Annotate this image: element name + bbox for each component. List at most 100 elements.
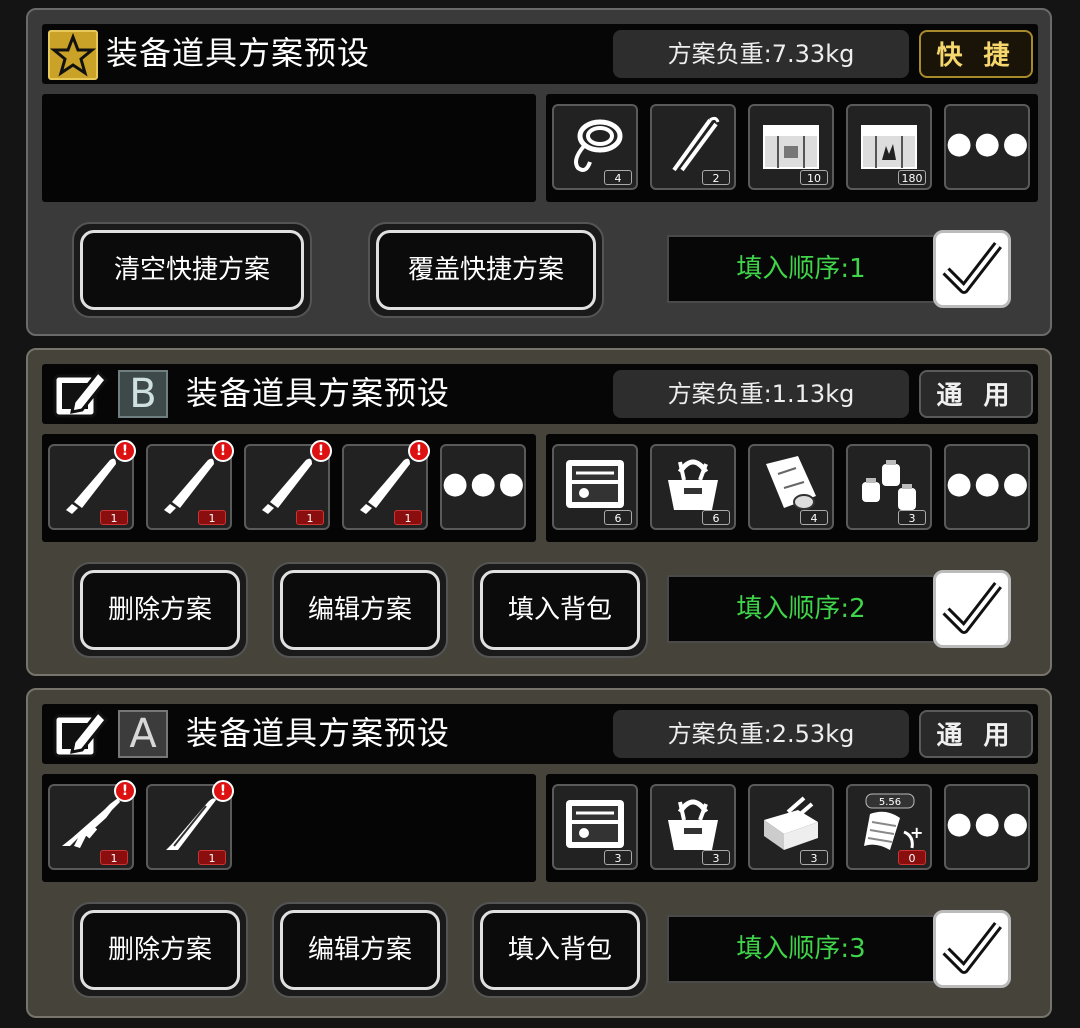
quick-preset-header: 装备道具方案预设 方案负重:7.33kg 快 捷 [42, 24, 1038, 84]
weapon-slot-machete[interactable]: ! 1 [48, 440, 136, 530]
item-count: 2 [702, 170, 730, 185]
quick-mode-button[interactable]: 快 捷 [919, 30, 1033, 78]
item-count: 3 [898, 510, 926, 525]
item-count: 3 [604, 850, 632, 865]
grenade-icon [862, 460, 916, 510]
preset-letter-badge: A [118, 710, 168, 758]
fill-order-label: 填入顺序:3 [667, 915, 935, 983]
delete-preset-button[interactable]: 删除方案 [80, 910, 240, 990]
fill-backpack-button-frame: 填入背包 [472, 902, 648, 998]
more-items-button[interactable]: ●●● [944, 444, 1030, 530]
item-slot-tool-bag[interactable]: 3 [650, 784, 736, 870]
preset-weight: 方案负重:7.33kg [613, 30, 909, 78]
warning-icon: ! [212, 440, 234, 462]
item-count: 0 [898, 850, 926, 865]
item-slot-area: 3 3 3 5.56 + 0 ●●● [546, 774, 1038, 882]
weapon-slot-area: ! 1 ! 1 [42, 774, 536, 882]
item-count: 1 [394, 510, 422, 525]
edit-icon[interactable] [52, 708, 109, 760]
preset-a-panel: A 装备道具方案预设 方案负重:2.53kg 通 用 ! 1 ! 1 3 3 3… [26, 688, 1052, 1018]
repair-kit-icon [764, 796, 818, 850]
item-count: 6 [604, 510, 632, 525]
item-slot-bandage[interactable]: 4 [748, 444, 834, 530]
weapon-slot-rifle[interactable]: ! 1 [48, 780, 136, 870]
machete-icon [262, 458, 312, 514]
item-count: 10 [800, 170, 828, 185]
quick-preset-panel: 装备道具方案预设 方案负重:7.33kg 快 捷 4 2 10 180 ●●● … [26, 8, 1052, 336]
item-count: 1 [100, 510, 128, 525]
weapon-slot-area: ! 1 ! 1 ! 1 ! 1 ●●● [42, 434, 536, 542]
weapon-slot-machete[interactable]: ! 1 [244, 440, 332, 530]
bandage-roll-icon [766, 456, 816, 510]
more-weapons-button[interactable]: ●●● [440, 444, 526, 530]
general-mode-button[interactable]: 通 用 [919, 370, 1033, 418]
clear-quick-preset-button[interactable]: 清空快捷方案 [80, 230, 304, 310]
fill-order-checkbox[interactable] [933, 230, 1011, 308]
toolbox-icon [566, 460, 624, 508]
machete-icon [360, 458, 410, 514]
fill-order-label: 填入顺序:2 [667, 575, 935, 643]
more-items-button[interactable]: ●●● [944, 104, 1030, 190]
weapon-slot-machete[interactable]: ! 1 [146, 440, 234, 530]
overwrite-quick-button-frame: 覆盖快捷方案 [368, 222, 604, 318]
preset-letter-badge: B [118, 370, 168, 418]
warning-icon: ! [212, 780, 234, 802]
weapon-slot-scalpel[interactable]: ! 1 [146, 780, 234, 870]
preset-title: 装备道具方案预设 [186, 374, 451, 412]
warning-icon: ! [310, 440, 332, 462]
item-count: 1 [296, 510, 324, 525]
weapon-slot-area [42, 94, 536, 202]
preset-weight: 方案负重:1.13kg [613, 370, 909, 418]
item-slot-tool-bag[interactable]: 6 [650, 444, 736, 530]
checkmark-icon [942, 241, 1002, 294]
rifle-icon [62, 798, 120, 848]
item-slot-toolbox[interactable]: 3 [552, 784, 638, 870]
tool-bag-icon [668, 459, 718, 510]
item-count: 1 [198, 510, 226, 525]
item-slot-explosive-crate[interactable]: 180 [846, 104, 932, 190]
delete-preset-button[interactable]: 删除方案 [80, 570, 240, 650]
edit-preset-button[interactable]: 编辑方案 [280, 910, 440, 990]
edit-preset-button[interactable]: 编辑方案 [280, 570, 440, 650]
preset-weight: 方案负重:2.53kg [613, 710, 909, 758]
fill-order-label: 填入顺序:1 [667, 235, 935, 303]
item-count: 4 [800, 510, 828, 525]
clear-quick-button-frame: 清空快捷方案 [72, 222, 312, 318]
preset-b-panel: B 装备道具方案预设 方案负重:1.13kg 通 用 ! 1 ! 1 ! 1 !… [26, 348, 1052, 676]
item-count: 1 [100, 850, 128, 865]
item-slot-rope[interactable]: 4 [552, 104, 638, 190]
delete-button-frame: 删除方案 [72, 562, 248, 658]
warning-icon: ! [408, 440, 430, 462]
machete-icon [66, 458, 116, 514]
item-count: 6 [702, 510, 730, 525]
fill-backpack-button[interactable]: 填入背包 [480, 570, 640, 650]
toolbox-icon [566, 800, 624, 848]
item-slot-lockpick[interactable]: 2 [650, 104, 736, 190]
lockpick-icon [672, 116, 720, 172]
page-title: 装备道具方案预设 [106, 34, 371, 72]
item-slot-repair-kit[interactable]: 3 [748, 784, 834, 870]
edit-icon[interactable] [52, 368, 109, 420]
weapon-slot-machete[interactable]: ! 1 [342, 440, 430, 530]
item-slot-ammo-crate[interactable]: 10 [748, 104, 834, 190]
overwrite-quick-preset-button[interactable]: 覆盖快捷方案 [376, 230, 596, 310]
fill-order-checkbox[interactable] [933, 570, 1011, 648]
item-slot-toolbox[interactable]: 6 [552, 444, 638, 530]
general-mode-button[interactable]: 通 用 [919, 710, 1033, 758]
rope-icon [574, 119, 623, 172]
fill-order-checkbox[interactable] [933, 910, 1011, 988]
item-count: 4 [604, 170, 632, 185]
preset-b-header: B 装备道具方案预设 方案负重:1.13kg 通 用 [42, 364, 1038, 424]
ammo-crate-icon [763, 125, 819, 169]
checkmark-icon [942, 581, 1002, 634]
item-slot-magazine[interactable]: 5.56 + 0 [846, 784, 932, 870]
more-items-button[interactable]: ●●● [944, 784, 1030, 870]
warning-icon: ! [114, 440, 136, 462]
item-slot-grenade[interactable]: 3 [846, 444, 932, 530]
checkmark-icon [942, 921, 1002, 974]
edit-button-frame: 编辑方案 [272, 902, 448, 998]
fill-backpack-button[interactable]: 填入背包 [480, 910, 640, 990]
warning-icon: ! [114, 780, 136, 802]
item-count: 3 [800, 850, 828, 865]
scalpel-icon [166, 798, 216, 850]
